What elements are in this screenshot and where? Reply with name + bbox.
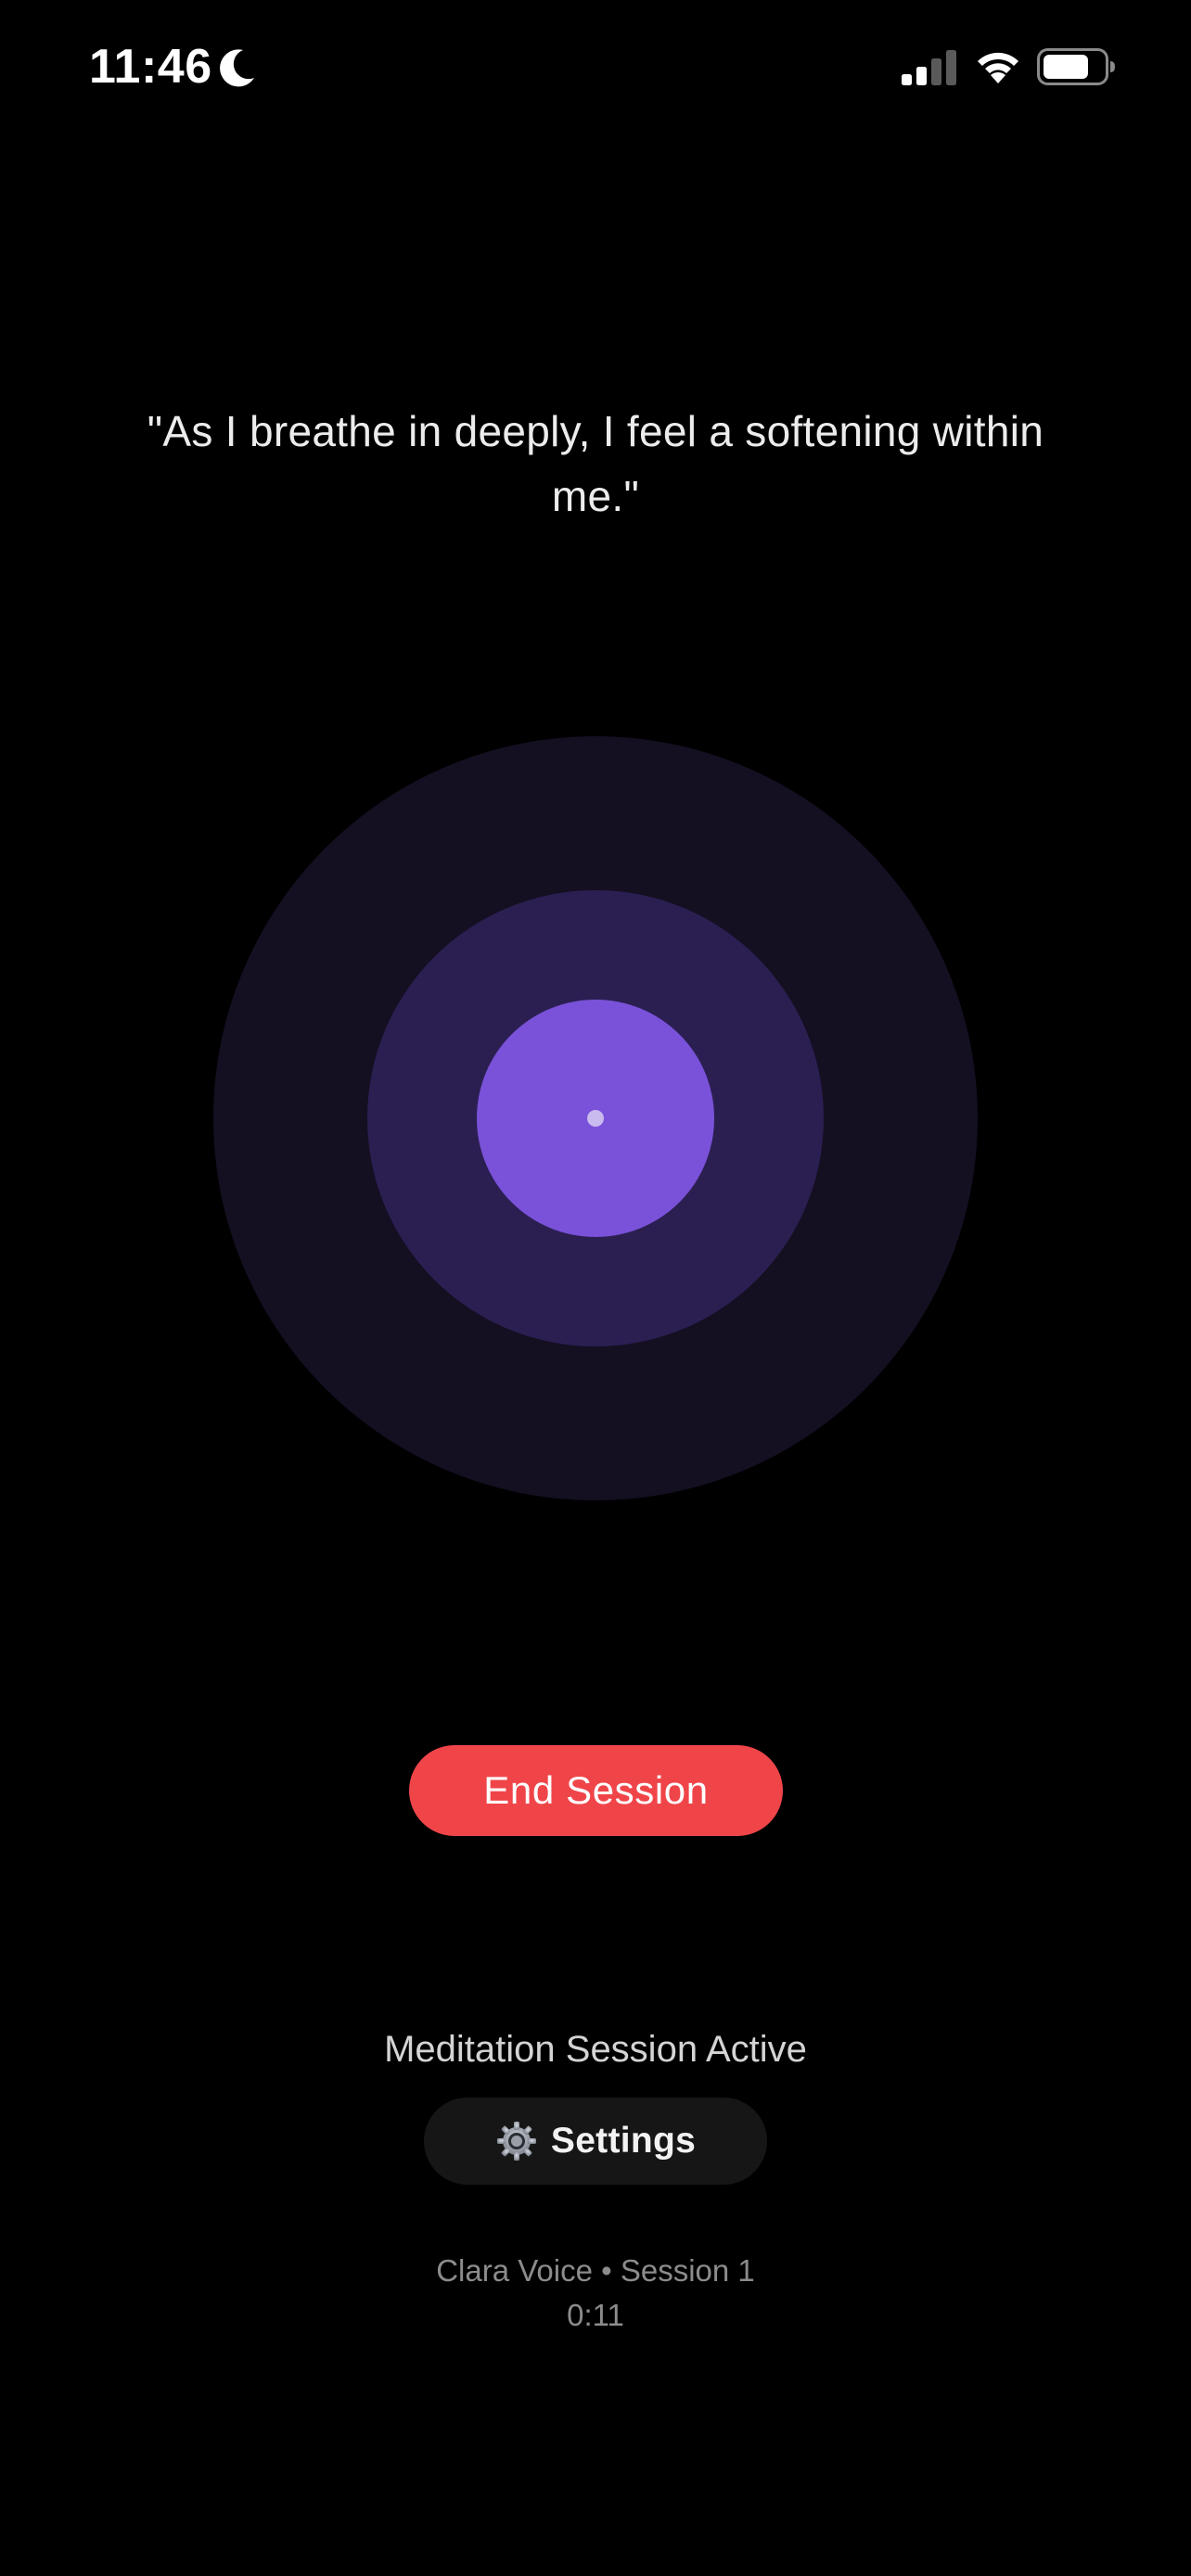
gear-icon [496, 2122, 536, 2161]
session-status-label: Meditation Session Active [384, 2029, 807, 2070]
settings-button[interactable]: Settings [424, 2098, 767, 2185]
end-session-button[interactable]: End Session [409, 1745, 783, 1836]
battery-icon [1037, 48, 1115, 85]
meditation-screen: 11:46 "As I breathe in deeply, I feel a … [0, 0, 1191, 2576]
settings-label: Settings [550, 2121, 697, 2161]
session-info: Clara Voice • Session 1 [436, 2253, 755, 2288]
breathing-orb-center-dot [587, 1110, 604, 1127]
wifi-icon [978, 52, 1018, 83]
session-timer: 0:11 [567, 2298, 624, 2332]
moon-icon [220, 49, 254, 87]
status-bar: 11:46 [0, 0, 1191, 139]
cellular-signal-icon [902, 50, 956, 85]
affirmation-text: "As I breathe in deeply, I feel a soften… [147, 407, 1044, 520]
status-time: 11:46 [89, 40, 212, 94]
